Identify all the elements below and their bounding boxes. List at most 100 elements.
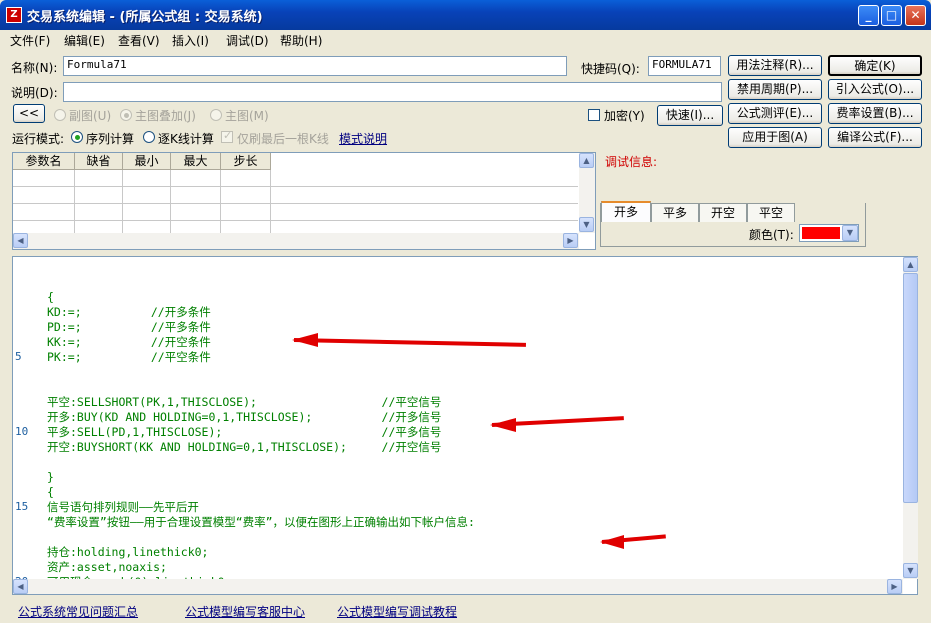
grid-line <box>220 170 221 234</box>
code-line: 平空:SELLSHORT(PK,1,THISCLOSE); //平空信号 <box>47 395 442 409</box>
footer-link-faq[interactable]: 公式系统常见问题汇总 <box>18 603 138 620</box>
param-header-default: 缺省 <box>75 153 123 170</box>
shortcut-label: 快捷码(Q): <box>581 62 640 76</box>
grid-line <box>122 170 123 234</box>
menu-view[interactable]: 查看(V) <box>118 32 160 49</box>
grid-line <box>74 170 75 234</box>
import-formula-button[interactable]: 引入公式(O)... <box>828 79 922 100</box>
scroll-down-arrow[interactable]: ▼ <box>579 217 594 232</box>
view-main-radio <box>210 109 222 121</box>
code-line: KD:=; //开多条件 <box>47 305 211 319</box>
code-line: 平多:SELL(PD,1,THISCLOSE); //平多信号 <box>47 425 442 439</box>
encrypt-checkbox[interactable] <box>588 109 600 121</box>
quick-button[interactable]: 快速(I)... <box>657 105 723 126</box>
menu-debug[interactable]: 调试(D) <box>226 32 269 49</box>
view-main-overlay-radio <box>120 109 132 121</box>
collapse-button[interactable]: << <box>13 104 45 123</box>
tab-open-short[interactable]: 开空 <box>699 203 747 222</box>
menu-edit[interactable]: 编辑(E) <box>64 32 105 49</box>
scroll-down-arrow[interactable]: ▼ <box>903 563 918 578</box>
apply-to-chart-button[interactable]: 应用于图(A) <box>728 127 822 148</box>
mode-help-link[interactable]: 模式说明 <box>339 130 387 147</box>
code-line: 信号语句排列规则——先平后开 <box>47 500 199 514</box>
scroll-up-arrow[interactable]: ▲ <box>579 153 594 168</box>
fee-settings-button[interactable]: 费率设置(B)... <box>828 103 922 124</box>
color-label: 颜色(T): <box>749 228 794 242</box>
run-mode-bar-label: 逐K线计算 <box>158 132 214 146</box>
code-line: 开多:BUY(KD AND HOLDING=0,1,THISCLOSE); //… <box>47 410 442 424</box>
footer-link-support[interactable]: 公式模型编写客服中心 <box>185 603 305 620</box>
menu-file[interactable]: 文件(F) <box>10 32 50 49</box>
maximize-button[interactable]: □ <box>881 5 902 26</box>
param-header-min: 最小 <box>123 153 171 170</box>
name-label: 名称(N): <box>11 61 58 75</box>
grid-line <box>13 203 578 204</box>
name-input[interactable]: Formula71 <box>63 56 567 76</box>
code-line: { <box>47 485 54 499</box>
scroll-right-arrow[interactable]: ▶ <box>563 233 578 248</box>
code-line: PD:=; //平多条件 <box>47 320 211 334</box>
color-swatch <box>802 227 840 239</box>
arrow-head <box>600 535 624 549</box>
grid-line <box>13 186 578 187</box>
run-mode-sequence-radio[interactable] <box>71 131 83 143</box>
param-header-name: 参数名 <box>13 153 75 170</box>
editor-vscroll[interactable]: ▲ ▼ <box>903 257 918 579</box>
menu-bar: 文件(F) 编辑(E) 查看(V) 插入(I) 调试(D) 帮助(H) <box>0 30 931 50</box>
code-line: KK:=; //开空条件 <box>47 335 211 349</box>
close-button[interactable]: ✕ <box>905 5 926 26</box>
param-header-max: 最大 <box>171 153 221 170</box>
scroll-left-arrow[interactable]: ◀ <box>13 233 28 248</box>
shortcut-input[interactable]: FORMULA71 <box>648 56 721 76</box>
minimize-button[interactable]: _ <box>858 5 879 26</box>
arrow-head <box>292 333 318 347</box>
description-input[interactable] <box>63 82 722 102</box>
menu-help[interactable]: 帮助(H) <box>280 32 322 49</box>
param-hscroll[interactable]: ◀ ▶ <box>13 233 579 249</box>
tab-close-long[interactable]: 平多 <box>651 203 699 222</box>
refresh-last-checkbox <box>221 129 233 143</box>
formula-test-button[interactable]: 公式测评(E)... <box>728 103 822 124</box>
code-area[interactable]: {KD:=; //开多条件 PD:=; //平多条件 KK:=; //开空条件 PK:… <box>13 257 903 579</box>
footer-link-tutorial[interactable]: 公式模型编写调试教程 <box>337 603 457 620</box>
code-line: PK:=; //平空条件 <box>47 350 211 364</box>
chevron-down-icon[interactable]: ▼ <box>842 225 858 241</box>
param-header-step: 步长 <box>221 153 271 170</box>
menu-insert[interactable]: 插入(I) <box>172 32 209 49</box>
scroll-right-arrow[interactable]: ▶ <box>887 579 902 594</box>
code-line: 开空:BUYSHORT(KK AND HOLDING=0,1,THISCLOSE… <box>47 440 442 454</box>
code-line: 资产:asset,noaxis; <box>47 560 167 574</box>
param-table[interactable]: 参数名 缺省 最小 最大 步长 ▲ ▼ ◀ ▶ <box>12 152 596 250</box>
disable-period-button[interactable]: 禁用周期(P)... <box>728 79 822 100</box>
tab-open-long[interactable]: 开多 <box>601 201 651 222</box>
description-label: 说明(D): <box>11 86 58 100</box>
arrow-head <box>490 418 516 432</box>
view-main-overlay-label: 主图叠加(J) <box>135 109 196 123</box>
title-bar: Z 交易系统编辑 - (所属公式组 : 交易系统) _ □ ✕ <box>0 0 931 30</box>
grid-line <box>270 170 271 234</box>
view-main-label: 主图(M) <box>225 109 269 123</box>
encrypt-label: 加密(Y) <box>604 109 645 123</box>
run-mode-label: 运行模式: <box>12 132 65 146</box>
param-vscroll[interactable]: ▲ ▼ <box>579 153 595 233</box>
debug-info-label: 调试信息: <box>605 155 658 169</box>
scroll-left-arrow[interactable]: ◀ <box>13 579 28 594</box>
window-title: 交易系统编辑 - (所属公式组 : 交易系统) <box>27 10 263 25</box>
editor-hscroll[interactable]: ◀ ▶ <box>13 579 903 594</box>
code-line: “费率设置”按钮——用于合理设置模型“费率”，以便在图形上正确输出如下帐户信息: <box>47 515 475 529</box>
scroll-thumb[interactable] <box>903 273 918 503</box>
code-line: { <box>47 290 54 304</box>
usage-notes-button[interactable]: 用法注释(R)... <box>728 55 822 76</box>
view-subchart-label: 副图(U) <box>69 109 112 123</box>
code-line: 持仓:holding,linethick0; <box>47 545 209 559</box>
refresh-last-label: 仅刷最后一根K线 <box>237 132 329 146</box>
compile-formula-button[interactable]: 编译公式(F)... <box>828 127 922 148</box>
run-mode-sequence-label: 序列计算 <box>86 132 135 146</box>
color-select[interactable]: ▼ <box>799 224 859 242</box>
run-mode-bar-radio[interactable] <box>143 131 155 143</box>
tab-close-short[interactable]: 平空 <box>747 203 795 222</box>
debug-tab-panel: 开多 平多 开空 平空 颜色(T): ▼ <box>600 201 866 247</box>
ok-button[interactable]: 确定(K) <box>828 55 922 76</box>
code-editor[interactable]: 5101520 {KD:=; //开多条件PD:=; //平多条件KK:=; /… <box>12 256 918 595</box>
scroll-up-arrow[interactable]: ▲ <box>903 257 918 272</box>
